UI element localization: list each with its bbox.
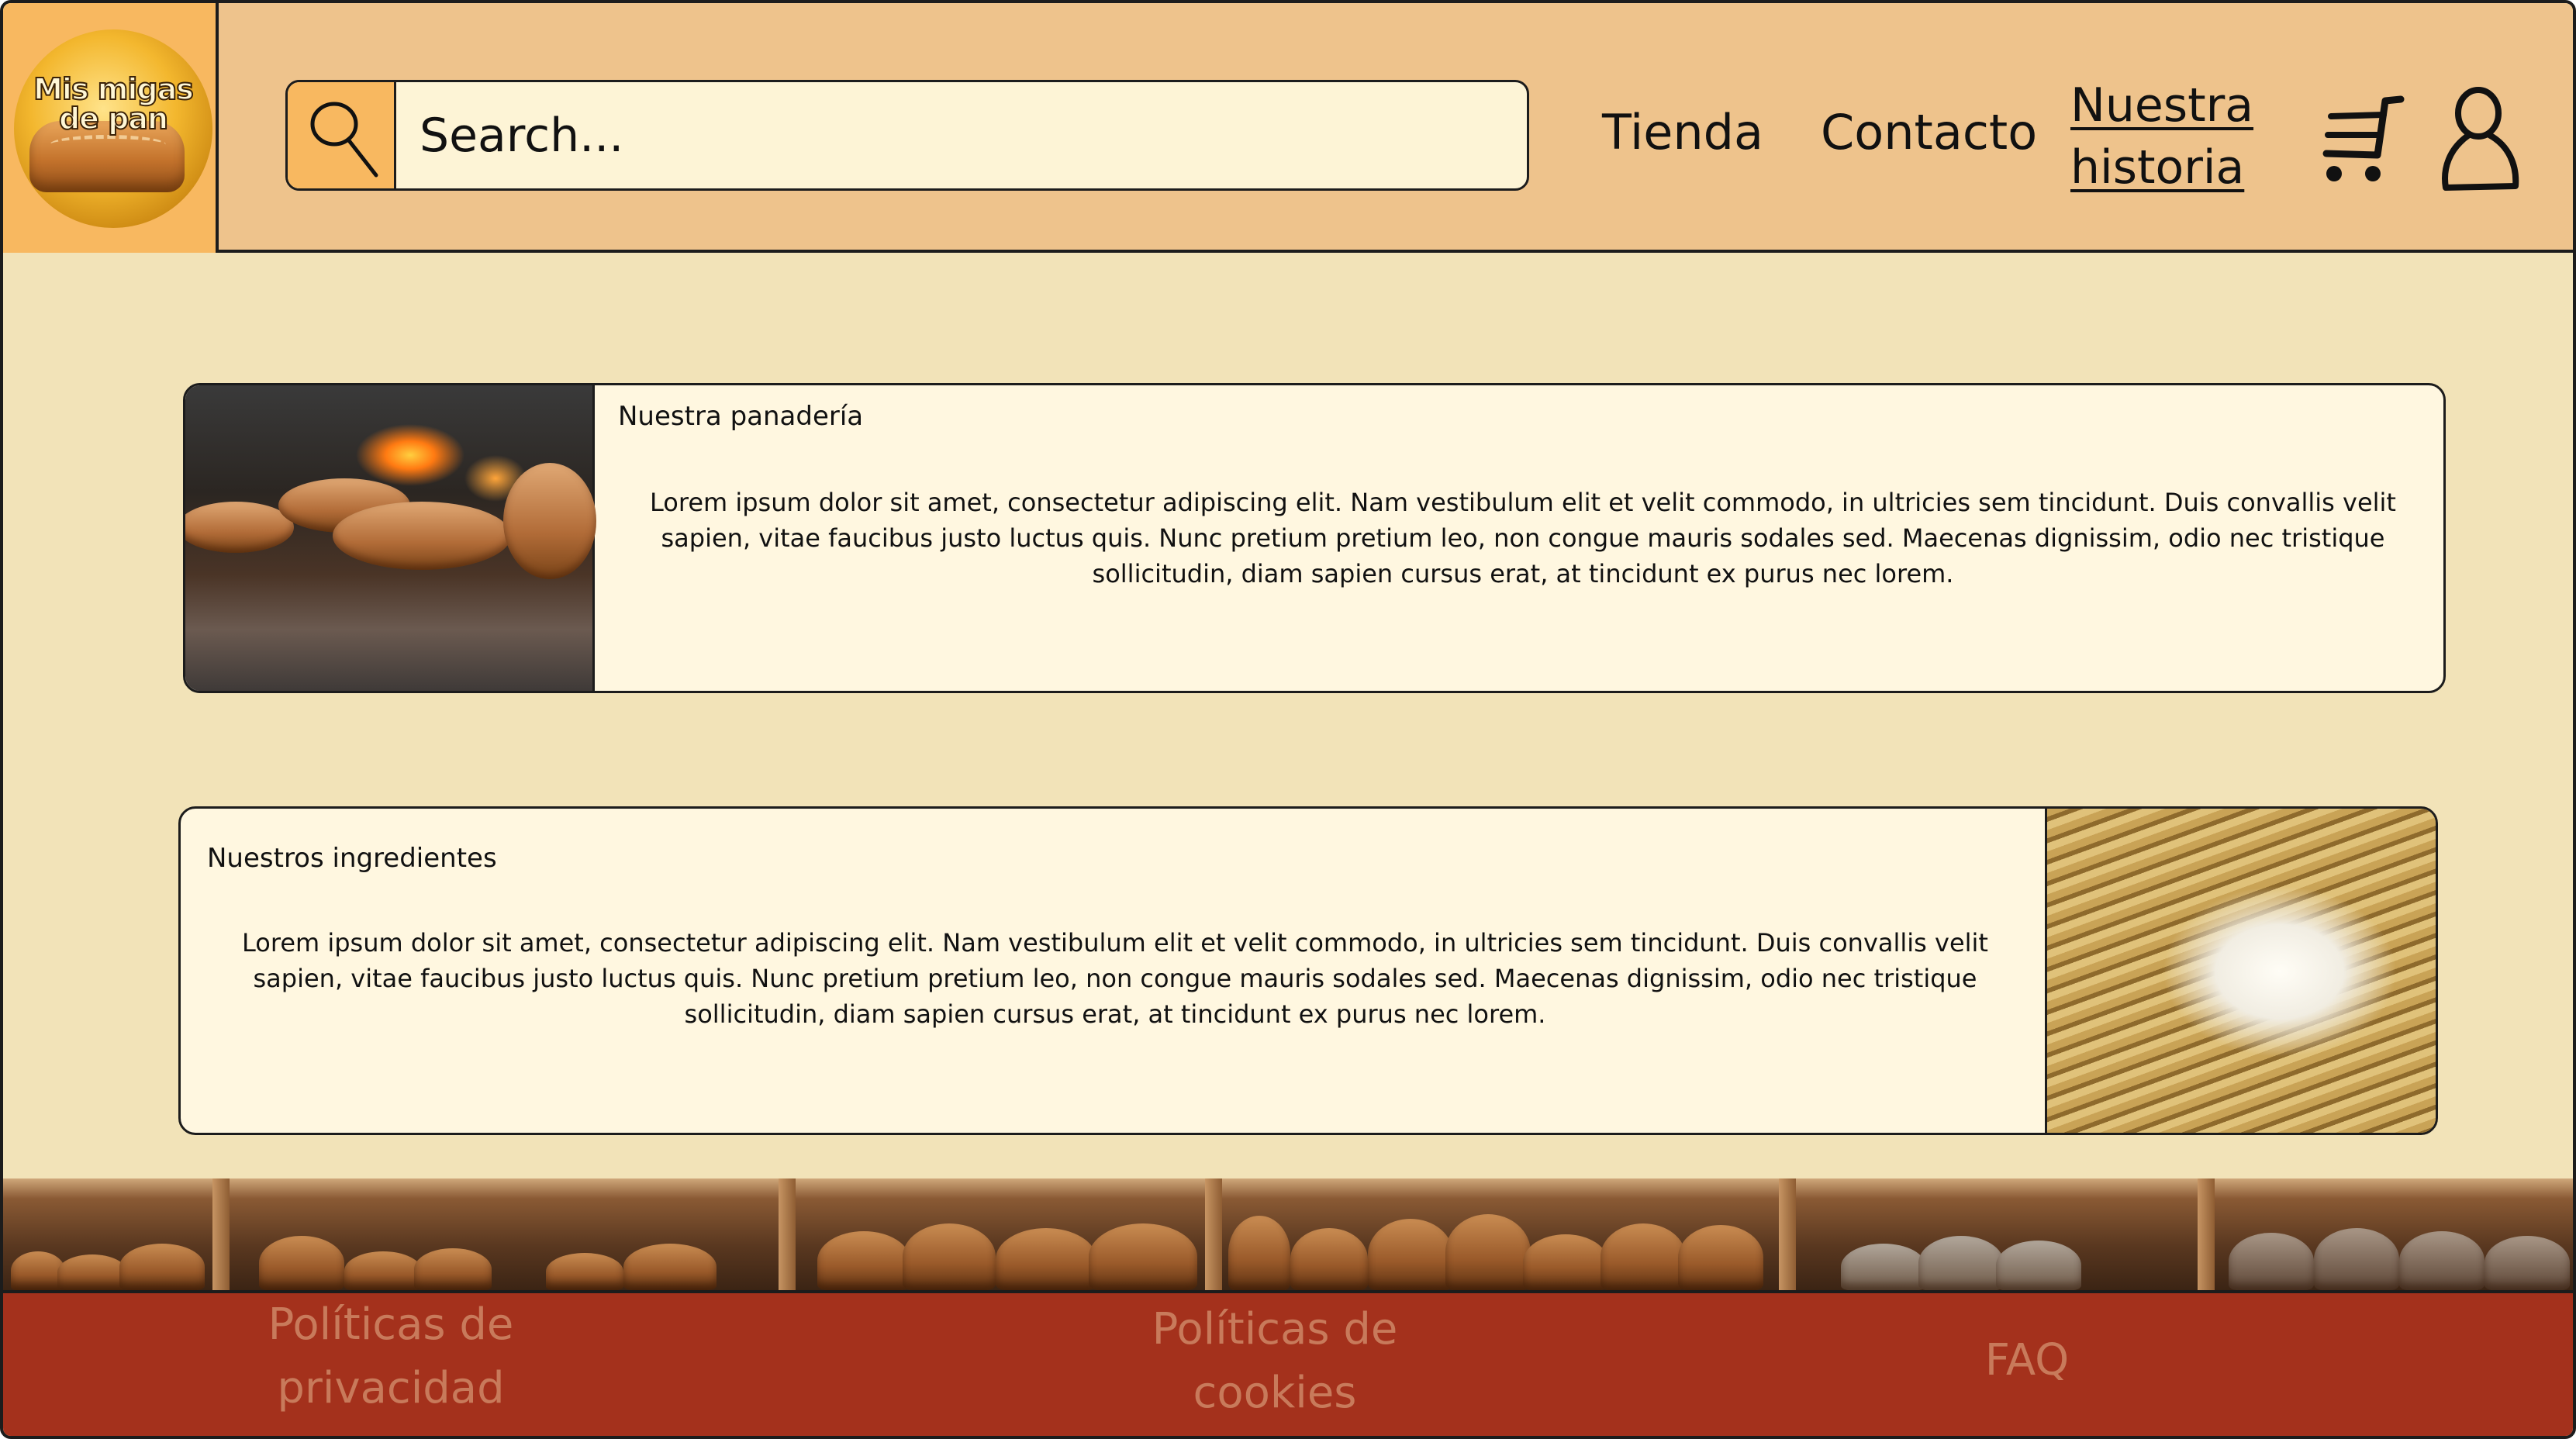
- cart-icon[interactable]: [2314, 88, 2407, 192]
- section-text: Lorem ipsum dolor sit amet, consectetur …: [242, 928, 1988, 1029]
- footer-link-privacy[interactable]: Políticas de privacidad: [228, 1293, 554, 1420]
- logo-container[interactable]: Mis migas de pan: [3, 3, 219, 253]
- bread-shelves-image: [3, 1178, 2573, 1290]
- footer-link-faq[interactable]: FAQ: [1949, 1329, 2105, 1392]
- search-bar: [285, 80, 1529, 191]
- user-icon[interactable]: [2438, 84, 2523, 195]
- section-bakery: Nuestra panadería Lorem ipsum dolor sit …: [183, 383, 2446, 693]
- section-text: Lorem ipsum dolor sit amet, consectetur …: [650, 488, 2396, 588]
- section-title: Nuestros ingredientes: [207, 843, 497, 874]
- section-ingredients: Nuestros ingredientes Lorem ipsum dolor …: [178, 806, 2438, 1135]
- nav-link-contact[interactable]: Contacto: [1821, 104, 2037, 160]
- section-title: Nuestra panadería: [618, 401, 864, 432]
- search-icon: [310, 102, 378, 178]
- nav-link-shop[interactable]: Tienda: [1602, 104, 1763, 160]
- page-frame: Mis migas de pan Tienda Contacto Nuestra…: [0, 0, 2576, 1439]
- flour-wheat-image: [2045, 809, 2436, 1133]
- footer: Políticas de privacidad Políticas de coo…: [3, 1290, 2573, 1436]
- bakery-oven-image: [185, 385, 596, 691]
- footer-link-cookies[interactable]: Políticas de cookies: [1112, 1298, 1438, 1425]
- logo-text: Mis migas de pan: [33, 72, 195, 136]
- search-button[interactable]: [288, 82, 396, 188]
- logo: Mis migas de pan: [14, 29, 212, 228]
- header: Mis migas de pan Tienda Contacto Nuestra…: [3, 3, 2573, 253]
- search-input[interactable]: [396, 82, 1527, 188]
- nav-link-history[interactable]: Nuestra historia: [2070, 74, 2272, 198]
